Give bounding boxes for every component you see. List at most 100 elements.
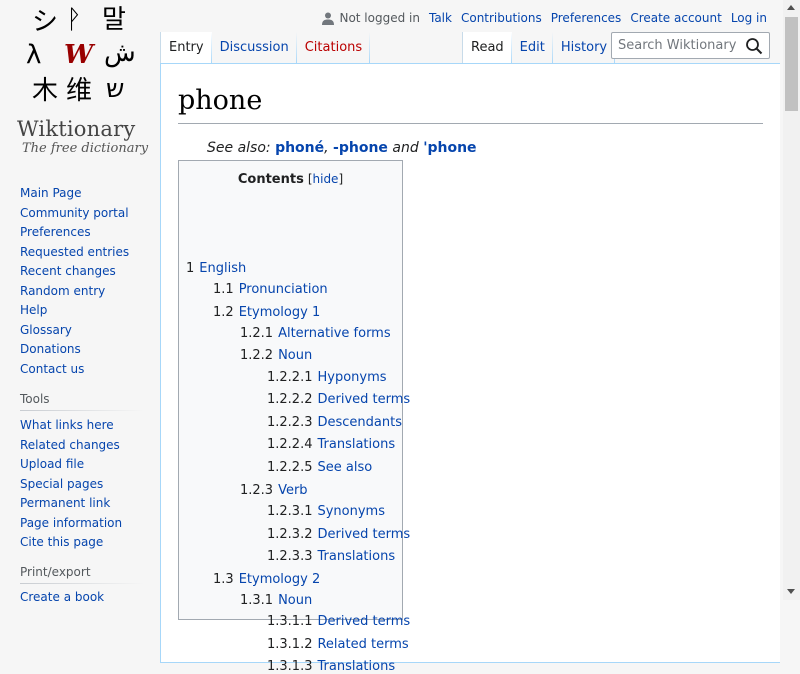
preferences-link[interactable]: Preferences xyxy=(551,11,622,25)
toc-link[interactable]: Etymology 2 xyxy=(239,572,321,587)
tab-entry[interactable]: Entry xyxy=(160,32,212,64)
sidebar-item-related-changes[interactable]: Related changes xyxy=(20,438,120,452)
toc-link[interactable]: Etymology 1 xyxy=(239,305,321,320)
logo-glyph: λ xyxy=(26,40,42,70)
sidebar-item-permanent-link[interactable]: Permanent link xyxy=(20,496,110,510)
toc-item[interactable]: 1.2.2.2 Derived terms xyxy=(267,392,410,407)
tab-read[interactable]: Read xyxy=(462,32,512,64)
toc-item[interactable]: 1.2.3.2 Derived terms xyxy=(267,527,410,542)
toc-item[interactable]: 1.2.2.1 Hyponyms xyxy=(267,370,387,385)
see-also-separator: and xyxy=(387,140,424,156)
toc-number: 1.2.2.4 xyxy=(267,437,313,452)
tab-discussion[interactable]: Discussion xyxy=(211,32,297,64)
sidebar-item-preferences[interactable]: Preferences xyxy=(20,225,91,239)
toc-item[interactable]: 1.1 Pronunciation xyxy=(213,282,328,297)
toc-heading: Contents xyxy=(237,172,304,187)
toc-item[interactable]: 1.2 Etymology 1 xyxy=(213,305,320,320)
contributions-link[interactable]: Contributions xyxy=(461,11,542,25)
toc-link[interactable]: Translations xyxy=(317,437,395,452)
sidebar-item-main-page[interactable]: Main Page xyxy=(20,186,82,200)
toc-number: 1.3.1.1 xyxy=(267,614,313,629)
toc-toggle-close: ] xyxy=(338,172,344,186)
sidebar-item-contact-us[interactable]: Contact us xyxy=(20,362,84,376)
sidebar-item-create-a-book[interactable]: Create a book xyxy=(20,590,104,604)
toc-item[interactable]: 1.2.3 Verb xyxy=(240,483,308,498)
navigation-portal: Main Page Community portal Preferences R… xyxy=(20,184,144,379)
talk-link[interactable]: Talk xyxy=(429,11,452,25)
tab-citations[interactable]: Citations xyxy=(296,32,371,64)
toc-item[interactable]: 1 English xyxy=(186,261,246,276)
toc-link[interactable]: See also xyxy=(317,460,372,475)
toc-number: 1.2.2.1 xyxy=(267,370,313,385)
sidebar-item-what-links-here[interactable]: What links here xyxy=(20,418,114,432)
toc-number: 1.3.1.2 xyxy=(267,637,313,652)
toc-item[interactable]: 1.2.3.3 Translations xyxy=(267,549,395,564)
scrollbar-thumb[interactable] xyxy=(785,17,798,111)
toc-link[interactable]: Pronunciation xyxy=(239,282,328,297)
site-logo[interactable]: シ ᚹ 말 λ W ش 木 维 ש Wiktionary The free di… xyxy=(0,0,160,165)
sidebar-item-help[interactable]: Help xyxy=(20,303,47,317)
toc-number: 1.2.2 xyxy=(240,348,274,363)
sidebar-item-cite-this-page[interactable]: Cite this page xyxy=(20,535,103,549)
toc-link[interactable]: Synonyms xyxy=(317,504,385,519)
toc-number: 1.2.3.3 xyxy=(267,549,313,564)
sidebar-item-random-entry[interactable]: Random entry xyxy=(20,284,105,298)
toc-item[interactable]: 1.2.2.5 See also xyxy=(267,460,372,475)
see-also-link-apostrophe-phone[interactable]: 'phone xyxy=(423,140,476,156)
scroll-down-icon[interactable] xyxy=(787,589,795,594)
sidebar-item-glossary[interactable]: Glossary xyxy=(20,323,72,337)
toc-item[interactable]: 1.2.3.1 Synonyms xyxy=(267,504,385,519)
toc-item[interactable]: 1.3.1.1 Derived terms xyxy=(267,614,410,629)
toc-item[interactable]: 1.2.2 Noun xyxy=(240,348,312,363)
toc-link[interactable]: Derived terms xyxy=(317,392,410,407)
toc-item[interactable]: 1.3.1.2 Related terms xyxy=(267,637,409,652)
toc-number: 1.3 xyxy=(213,572,234,587)
toc-item[interactable]: 1.3 Etymology 2 xyxy=(213,572,320,587)
toc-link[interactable]: Alternative forms xyxy=(278,326,391,341)
see-also-prefix: See also: xyxy=(207,140,276,156)
toc-link[interactable]: English xyxy=(199,261,246,276)
page-scrollbar[interactable] xyxy=(783,0,800,600)
create-account-link[interactable]: Create account xyxy=(630,11,722,25)
tab-edit[interactable]: Edit xyxy=(511,32,554,64)
toc-hide-link[interactable]: hide xyxy=(313,172,339,186)
namespace-tabs: Entry Discussion Citations xyxy=(160,32,371,64)
sidebar-item-special-pages[interactable]: Special pages xyxy=(20,477,103,491)
sidebar-item-requested-entries[interactable]: Requested entries xyxy=(20,245,129,259)
toc-link[interactable]: Translations xyxy=(317,549,395,564)
search-box xyxy=(611,32,770,59)
log-in-link[interactable]: Log in xyxy=(731,11,767,25)
toc-item[interactable]: 1.3.1 Noun xyxy=(240,593,312,608)
toc-link[interactable]: Descendants xyxy=(317,415,402,430)
print-portal: Print/export Create a book xyxy=(20,564,144,608)
sidebar-item-upload-file[interactable]: Upload file xyxy=(20,457,84,471)
sidebar-item-community-portal[interactable]: Community portal xyxy=(20,206,129,220)
see-also-link-dash-phone[interactable]: -phone xyxy=(333,140,388,156)
toc-item[interactable]: 1.2.2.4 Translations xyxy=(267,437,395,452)
toc-link[interactable]: Derived terms xyxy=(317,527,410,542)
tab-history[interactable]: History xyxy=(552,32,616,64)
toc-link[interactable]: Noun xyxy=(278,348,312,363)
toc-link[interactable]: Derived terms xyxy=(317,614,410,629)
not-logged-in: Not logged in xyxy=(322,11,420,25)
toc-link[interactable]: Verb xyxy=(278,483,307,498)
toc-link[interactable]: Noun xyxy=(278,593,312,608)
scroll-up-icon[interactable] xyxy=(787,5,795,10)
search-icon[interactable] xyxy=(745,37,763,55)
table-of-contents: Contents [hide] 1 English 1.1 Pronunciation… xyxy=(178,160,410,674)
toc-number: 1.2.3.1 xyxy=(267,504,313,519)
toc-link[interactable]: Translations xyxy=(317,659,395,674)
sidebar-item-page-information[interactable]: Page information xyxy=(20,516,122,530)
toc-item[interactable]: 1.2.2.3 Descendants xyxy=(267,415,402,430)
search-input[interactable] xyxy=(612,33,746,58)
toc-item[interactable]: 1.2.1 Alternative forms xyxy=(240,326,391,341)
logo-glyph: ש xyxy=(106,74,125,104)
sidebar-item-donations[interactable]: Donations xyxy=(20,342,81,356)
toc-link[interactable]: Related terms xyxy=(317,637,408,652)
toc-number: 1.2 xyxy=(213,305,234,320)
see-also-link-phone-accent[interactable]: phoné xyxy=(275,140,324,156)
sidebar-item-recent-changes[interactable]: Recent changes xyxy=(20,264,116,278)
toc-link[interactable]: Hyponyms xyxy=(317,370,386,385)
toc-item[interactable]: 1.3.1.3 Translations xyxy=(267,659,395,674)
content-area: phone See also: phoné, -phone and 'phone… xyxy=(160,63,780,674)
